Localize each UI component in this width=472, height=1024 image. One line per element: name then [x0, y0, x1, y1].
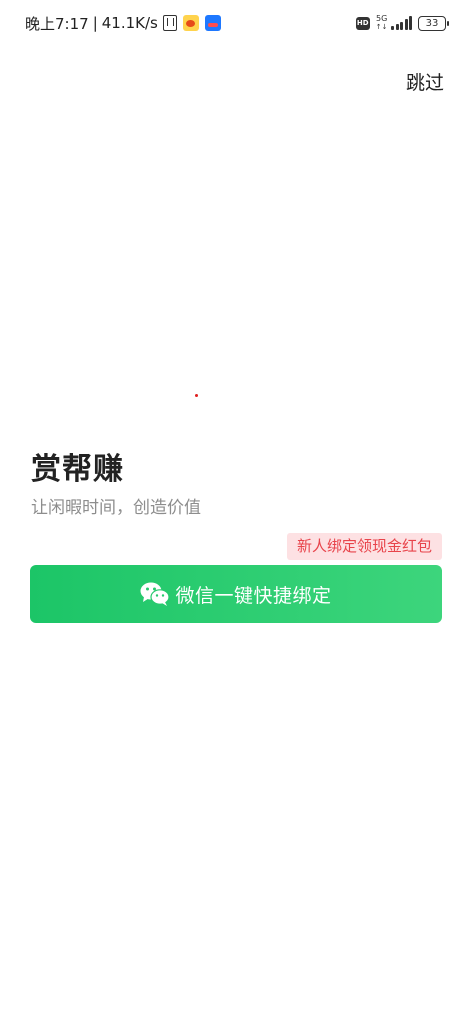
alipay-icon: [204, 15, 221, 31]
status-bar-right: HD 5G ↑↓ 33: [355, 14, 449, 32]
hd-icon: HD: [355, 16, 370, 30]
app-slogan: 让闲暇时间，创造价值: [31, 498, 201, 518]
wechat-bind-button[interactable]: 微信一键快捷绑定: [30, 565, 442, 623]
nfc-icon: [162, 15, 177, 31]
status-time: 晚上7:17: [25, 14, 89, 33]
network-speed: 41.1K/s: [101, 14, 158, 32]
battery-icon: 33: [418, 15, 449, 31]
promo-badge: 新人绑定领现金红包: [286, 533, 442, 560]
network-type: 5G ↑↓: [375, 14, 388, 32]
signal-icon: [390, 16, 412, 30]
skip-button[interactable]: 跳过: [406, 68, 444, 95]
status-separator: |: [92, 14, 98, 32]
network-type-label: 5G: [375, 14, 388, 23]
loading-dot: [195, 394, 198, 397]
network-arrows-icon: ↑↓: [375, 23, 388, 31]
app-name: 赏帮赚: [31, 452, 124, 487]
weibo-icon: [182, 15, 199, 31]
wechat-bind-label: 微信一键快捷绑定: [175, 584, 332, 607]
wechat-icon: [140, 582, 171, 606]
status-bar: 晚上7:17 | 41.1K/s HD 5G ↑↓ 33: [0, 0, 472, 46]
status-bar-left: 晚上7:17 | 41.1K/s: [25, 12, 221, 34]
